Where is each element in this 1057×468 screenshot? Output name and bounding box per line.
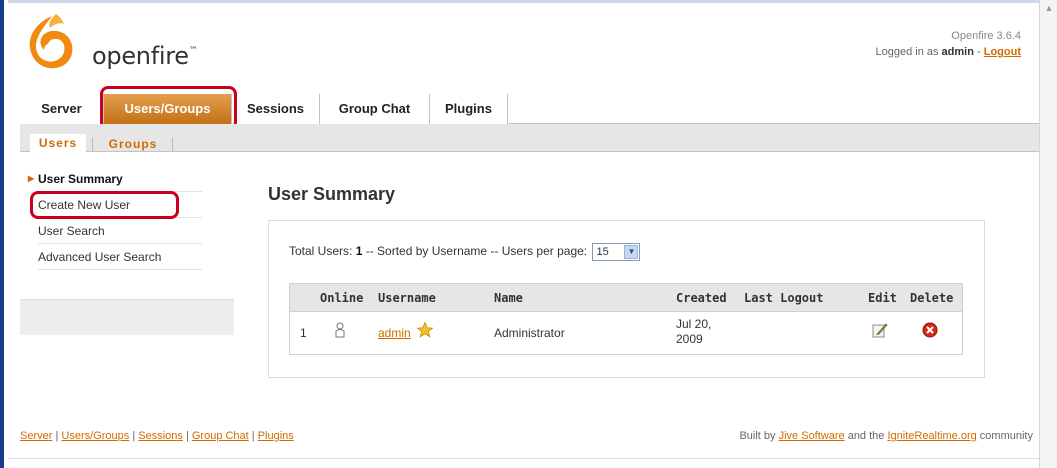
credits-prefix: Built by bbox=[739, 430, 779, 442]
tab-server[interactable]: Server bbox=[20, 94, 104, 124]
scroll-up-icon[interactable]: ▲ bbox=[1043, 2, 1055, 14]
current-arrow-icon: ▶ bbox=[28, 174, 35, 183]
edit-icon[interactable] bbox=[872, 322, 888, 341]
version-label: Openfire 3.6.4 bbox=[951, 30, 1021, 42]
jive-software-link[interactable]: Jive Software bbox=[779, 430, 845, 442]
sub-nav: Users Groups bbox=[20, 124, 1041, 153]
username-cell: admin bbox=[378, 326, 411, 340]
subtab-divider bbox=[172, 138, 173, 151]
col-username: Username bbox=[378, 291, 436, 305]
subtab-divider bbox=[92, 138, 93, 151]
table-header: Online Username Name Created Last Logout… bbox=[290, 284, 962, 312]
window-top-edge bbox=[8, 0, 1042, 3]
subtab-users[interactable]: Users bbox=[30, 134, 86, 153]
footer-credits: Built by Jive Software and the IgniteRea… bbox=[739, 430, 1033, 442]
sidebar-item-advanced-user-search[interactable]: Advanced User Search bbox=[38, 244, 202, 270]
col-last-logout: Last Logout bbox=[744, 291, 824, 305]
credits-middle: and the bbox=[844, 430, 888, 442]
created-cell: Jul 20, 2009 bbox=[676, 317, 711, 347]
row-index: 1 bbox=[300, 326, 307, 340]
tab-plugins[interactable]: Plugins bbox=[430, 94, 508, 124]
footer-link-sessions[interactable]: Sessions bbox=[138, 430, 183, 442]
flame-logo-icon bbox=[29, 14, 73, 69]
summary-line: Total Users: 1 -- Sorted by Username -- … bbox=[289, 243, 641, 261]
vertical-scrollbar[interactable]: ▲ bbox=[1039, 0, 1057, 468]
footer-link-users-groups[interactable]: Users/Groups bbox=[61, 430, 129, 442]
sidebar-item-user-search[interactable]: User Search bbox=[38, 218, 202, 244]
browser-frame: openfire™ Openfire 3.6.4 Logged in as ad… bbox=[0, 0, 1057, 468]
tab-sessions[interactable]: Sessions bbox=[232, 94, 320, 124]
delete-icon[interactable] bbox=[922, 322, 938, 341]
sidebar-panel: ▶ User Summary Create New User User Sear… bbox=[20, 152, 234, 300]
sidebar-item-label: User Summary bbox=[38, 172, 123, 186]
admin-star-icon bbox=[416, 321, 434, 342]
summary-prefix: Total Users: bbox=[289, 244, 356, 259]
logout-link[interactable]: Logout bbox=[984, 46, 1021, 58]
offline-user-icon bbox=[334, 322, 346, 341]
tab-group-chat[interactable]: Group Chat bbox=[320, 94, 430, 124]
chevron-down-icon[interactable]: ▼ bbox=[624, 245, 639, 259]
footer-link-server[interactable]: Server bbox=[20, 430, 52, 442]
logged-in-user: admin bbox=[941, 46, 974, 58]
table-row: 1 admin Administrator Jul 20, 2009 bbox=[290, 312, 962, 354]
sidebar-item-user-summary[interactable]: ▶ User Summary bbox=[28, 166, 202, 192]
col-edit: Edit bbox=[868, 291, 897, 305]
subtab-groups[interactable]: Groups bbox=[100, 136, 166, 152]
login-separator: - bbox=[973, 46, 984, 58]
name-cell: Administrator bbox=[494, 326, 565, 340]
created-year: 2009 bbox=[676, 332, 703, 346]
page-title: User Summary bbox=[268, 184, 396, 204]
openfire-logo[interactable]: openfire™ bbox=[18, 12, 218, 72]
per-page-value: 15 bbox=[596, 246, 609, 258]
credits-suffix: community bbox=[976, 430, 1033, 442]
summary-panel: Total Users: 1 -- Sorted by Username -- … bbox=[268, 220, 985, 378]
col-delete: Delete bbox=[910, 291, 954, 305]
col-name: Name bbox=[494, 291, 523, 305]
logo-wordmark: openfire™ bbox=[92, 42, 198, 70]
summary-text: -- Sorted by Username -- Users per page: bbox=[362, 244, 591, 259]
footer-link-group-chat[interactable]: Group Chat bbox=[192, 430, 249, 442]
highlight-create-new-user bbox=[30, 191, 179, 219]
users-per-page-select[interactable]: 15 ▼ bbox=[592, 243, 641, 261]
login-prefix: Logged in as bbox=[875, 46, 942, 58]
footer-link-plugins[interactable]: Plugins bbox=[258, 430, 294, 442]
footer: Server | Users/Groups | Sessions | Group… bbox=[20, 430, 1041, 442]
col-online: Online bbox=[320, 291, 364, 305]
users-table: Online Username Name Created Last Logout… bbox=[289, 283, 963, 355]
ignite-realtime-link[interactable]: IgniteRealtime.org bbox=[887, 430, 976, 442]
sidebar: ▶ User Summary Create New User User Sear… bbox=[20, 152, 234, 335]
created-date: Jul 20, bbox=[676, 317, 712, 331]
main-content: User Summary Total Users: 1 -- Sorted by… bbox=[234, 152, 1041, 415]
col-created: Created bbox=[676, 291, 727, 305]
username-link[interactable]: admin bbox=[378, 326, 411, 340]
footer-divider bbox=[8, 458, 1042, 459]
login-status: Logged in as admin - Logout bbox=[875, 46, 1021, 58]
